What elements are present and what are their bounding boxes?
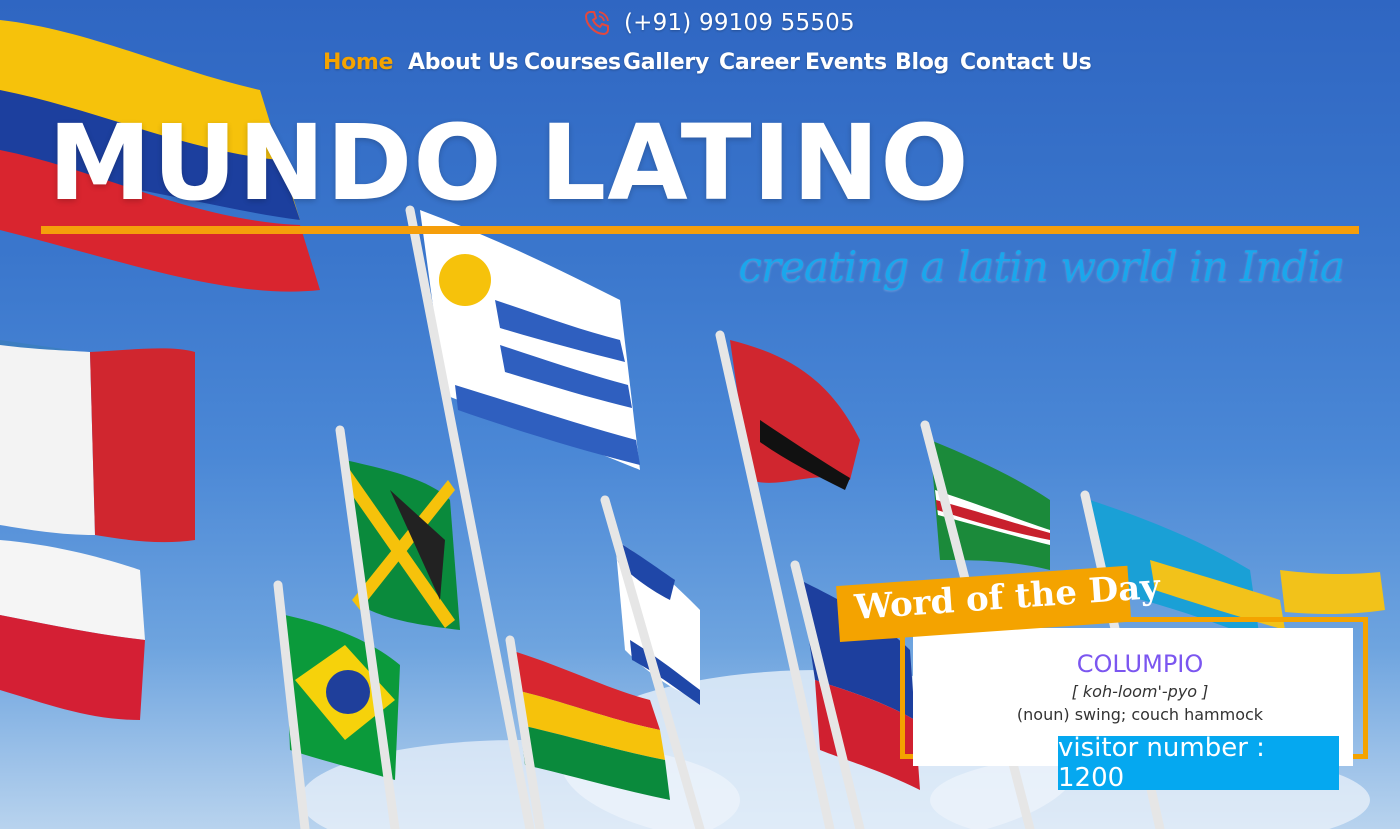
title-underline [41,226,1359,234]
flag-mexico [0,340,195,543]
word-definition: (noun) swing; couch hammock [1016,705,1264,724]
nav-blog[interactable]: Blog [895,50,949,75]
phone-number[interactable]: (+91) 99109 55505 [624,10,855,36]
nav-contact-us[interactable]: Contact Us [960,50,1092,75]
header-phone[interactable]: (+91) 99109 55505 [582,6,855,40]
word-pronunciation: [ koh-loom'-pyo ] [1071,682,1209,701]
site-title: MUNDO LATINO [48,102,970,224]
nav-home[interactable]: Home [323,50,393,75]
main-nav: Home About Us Courses Gallery Career Eve… [0,50,1400,86]
phone-icon [585,11,609,35]
word-term: COLUMPIO [1076,650,1204,678]
nav-events[interactable]: Events [805,50,887,75]
site-tagline: creating a latin world in India [738,242,1345,291]
nav-courses[interactable]: Courses [524,50,621,75]
flag-poland [0,540,145,720]
nav-career[interactable]: Career [719,50,800,75]
visitor-counter: visitor number : 1200 [1058,733,1339,793]
nav-about-us[interactable]: About Us [408,50,519,75]
nav-gallery[interactable]: Gallery [623,50,709,75]
